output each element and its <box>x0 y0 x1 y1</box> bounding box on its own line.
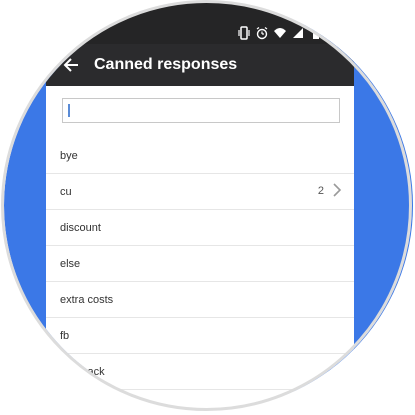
text-caret <box>68 104 70 117</box>
status-bar <box>46 0 354 50</box>
wifi-icon <box>274 26 286 40</box>
status-icons <box>238 26 322 40</box>
alarm-icon <box>256 26 268 40</box>
list-item-label: extra costs <box>60 293 114 306</box>
app-bar: Canned responses <box>46 44 354 86</box>
search-field[interactable] <box>62 98 340 123</box>
list-item-label: discount <box>60 221 101 234</box>
list-item-label: cu <box>60 185 72 198</box>
list-item-bye[interactable]: bye <box>46 138 354 174</box>
vibrate-icon <box>238 26 250 40</box>
back-button[interactable] <box>60 54 82 76</box>
chevron-right-icon <box>332 183 342 200</box>
list-item-extra-costs[interactable]: extra costs <box>46 282 354 318</box>
search-input[interactable] <box>63 99 339 122</box>
list-item-label: bye <box>60 149 78 162</box>
item-count-badge: 2 <box>317 185 324 197</box>
screenshot-stage: Canned responses bye cu 2 discount else <box>0 0 415 415</box>
list-item-label: feedback <box>60 365 105 378</box>
canned-response-list: bye cu 2 discount else extra costs fb fe… <box>46 138 354 390</box>
list-item-else[interactable]: else <box>46 246 354 282</box>
signal-icon <box>292 26 304 40</box>
arrow-left-icon <box>63 58 78 72</box>
page-title: Canned responses <box>94 56 238 73</box>
list-item-label: else <box>60 257 81 270</box>
phone-screen: Canned responses bye cu 2 discount else <box>46 0 354 415</box>
list-item-label: fb <box>60 329 70 342</box>
list-item-fb[interactable]: fb <box>46 318 354 354</box>
list-item-cu[interactable]: cu 2 <box>46 174 354 210</box>
battery-icon <box>310 26 322 40</box>
list-item-discount[interactable]: discount <box>46 210 354 246</box>
list-item-feedback[interactable]: feedback <box>46 354 354 390</box>
